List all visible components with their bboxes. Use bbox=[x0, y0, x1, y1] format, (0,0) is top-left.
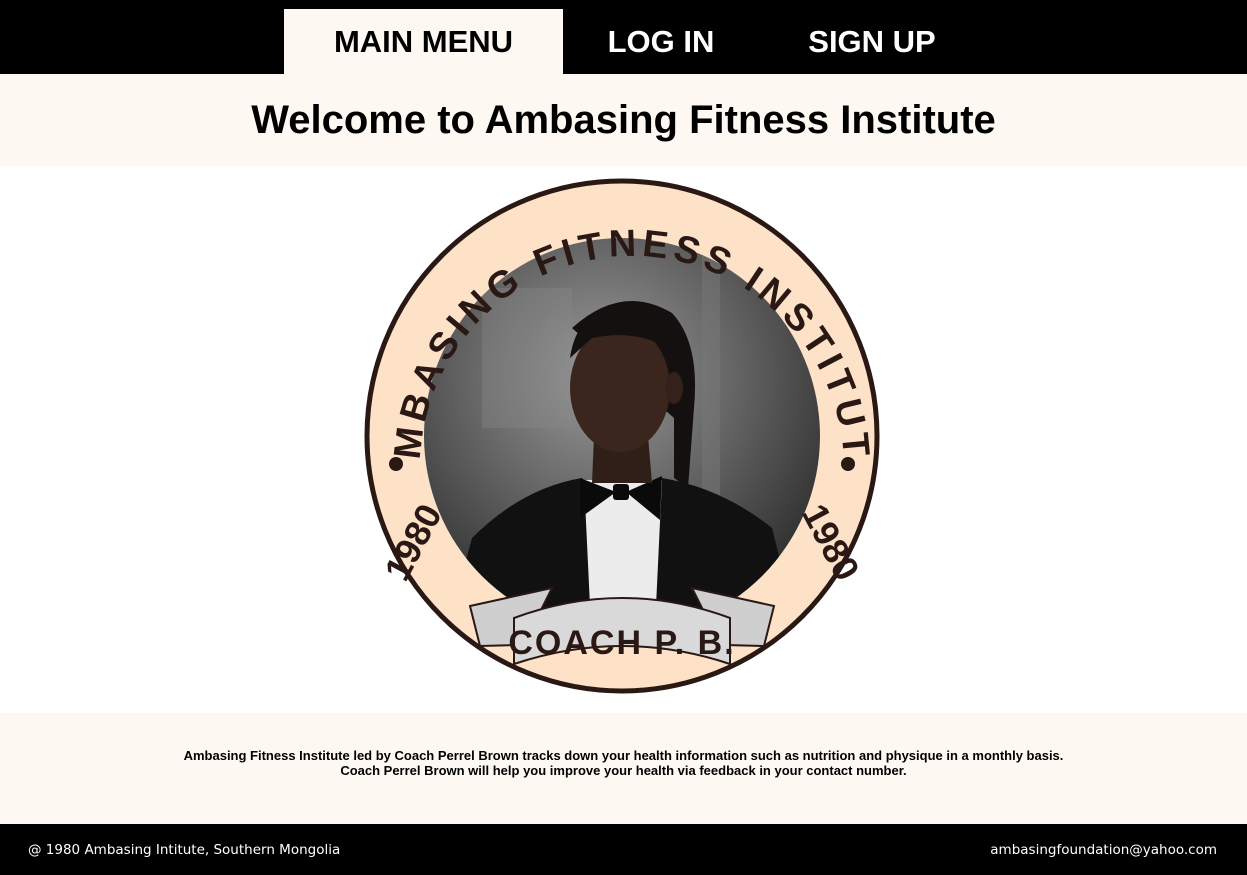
footer-copyright: @ 1980 Ambasing Intitute, Southern Mongo… bbox=[28, 842, 341, 858]
info-text-line-1: Ambasing Fitness Institute led by Coach … bbox=[183, 748, 1064, 763]
coach-banner-text: COACH P. B. bbox=[508, 624, 735, 662]
footer-email-link[interactable]: ambasingfoundation@yahoo.com bbox=[990, 842, 1217, 858]
tab-main-menu[interactable]: MAIN MENU bbox=[284, 9, 563, 74]
welcome-banner: Welcome to Ambasing Fitness Institute bbox=[0, 74, 1247, 166]
info-text-line-2: Coach Perrel Brown will help you improve… bbox=[340, 763, 907, 778]
ring-dot-right bbox=[841, 457, 855, 471]
institute-logo: AMBASING FITNESS INSTITUTE 1980 1980 COA… bbox=[362, 178, 880, 694]
coach-banner: COACH P. B. bbox=[468, 586, 776, 666]
logo-section: AMBASING FITNESS INSTITUTE 1980 1980 COA… bbox=[0, 166, 1247, 713]
page-title: Welcome to Ambasing Fitness Institute bbox=[251, 98, 996, 142]
tab-sign-up[interactable]: SIGN UP bbox=[778, 9, 966, 74]
tab-log-in[interactable]: LOG IN bbox=[575, 9, 747, 74]
footer: @ 1980 Ambasing Intitute, Southern Mongo… bbox=[0, 824, 1247, 875]
info-section: Ambasing Fitness Institute led by Coach … bbox=[0, 713, 1247, 824]
top-navbar: MAIN MENU LOG IN SIGN UP bbox=[0, 0, 1247, 74]
ring-dot-left bbox=[389, 457, 403, 471]
